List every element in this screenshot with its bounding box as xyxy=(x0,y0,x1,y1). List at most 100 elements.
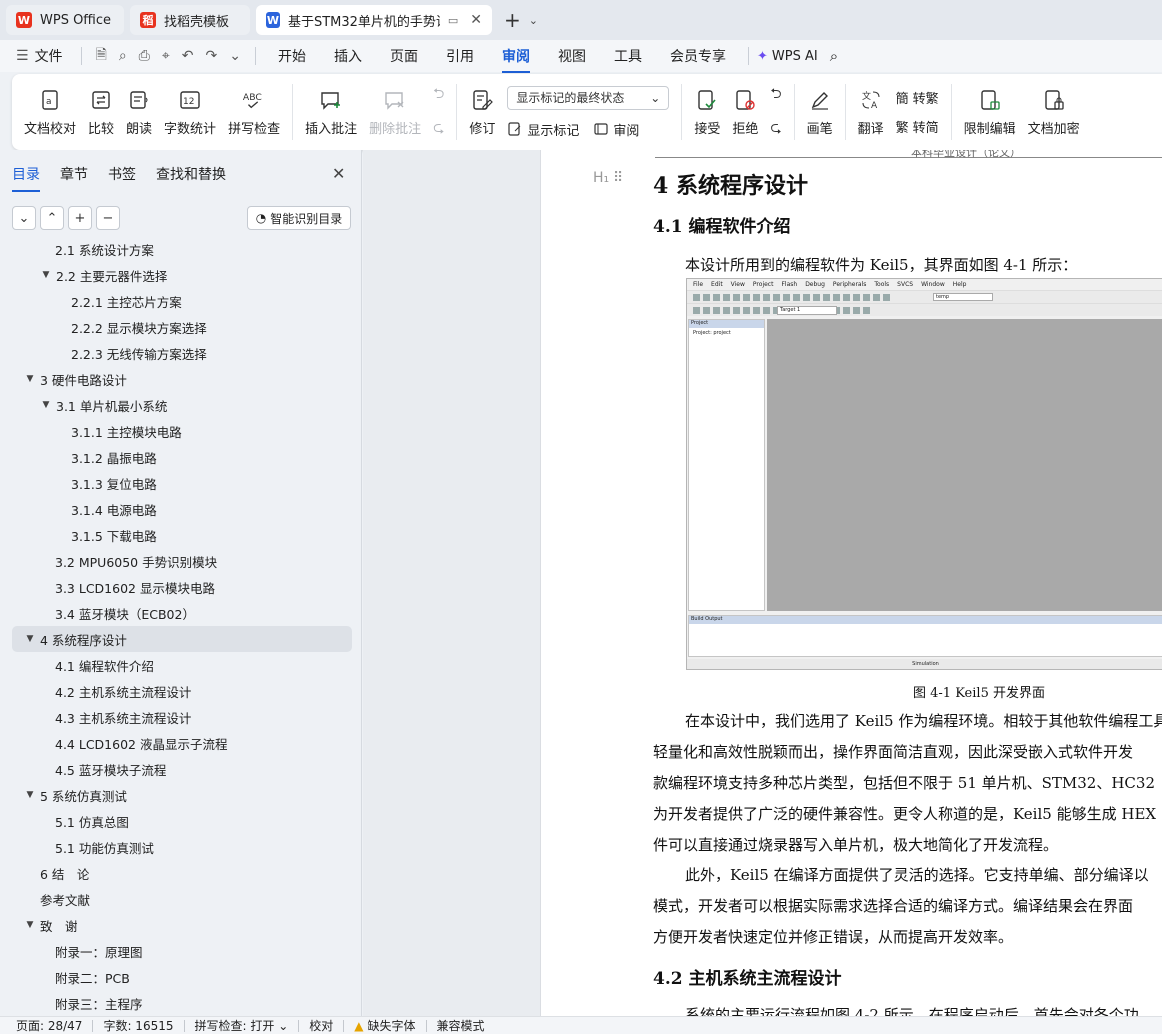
menu-view[interactable]: 视图 xyxy=(544,46,600,66)
remove-heading-icon[interactable]: − xyxy=(96,206,120,230)
toc-item[interactable]: 4.5 蓝牙模块子流程 xyxy=(12,756,352,782)
menu-file[interactable]: 文件 xyxy=(35,46,63,66)
toc-item[interactable]: ▼ 5 系统仿真测试 xyxy=(12,782,352,808)
markup-state-select[interactable]: 显示标记的最终状态 ⌄ xyxy=(507,85,670,110)
monitor-icon[interactable]: ▭ xyxy=(448,14,458,27)
toc-item[interactable]: 3.1.2 晶振电路 xyxy=(12,444,352,470)
toc-item[interactable]: 2.2.2 显示模块方案选择 xyxy=(12,314,352,340)
review-pane-button[interactable]: 审阅 xyxy=(593,120,639,139)
menu-insert[interactable]: 插入 xyxy=(320,46,376,66)
show-markup-button[interactable]: 显示标记 xyxy=(507,120,579,139)
collapse-up-icon[interactable]: ⌃ xyxy=(40,206,64,230)
proof-status[interactable]: 校对 xyxy=(309,1017,333,1034)
expand-arrow-icon[interactable]: ▼ xyxy=(40,270,52,280)
word-count-button[interactable]: 12 字数统计 xyxy=(164,88,216,137)
toc-item[interactable]: 3.1.3 复位电路 xyxy=(12,470,352,496)
expand-arrow-icon[interactable]: ▼ xyxy=(24,790,36,800)
toc-item[interactable]: 附录三：主程序 xyxy=(12,990,352,1016)
toc-item[interactable]: 2.2.3 无线传输方案选择 xyxy=(12,340,352,366)
prev-comment-icon[interactable]: ⮌ xyxy=(433,83,444,107)
restrict-editing-button[interactable]: 限制编辑 xyxy=(964,88,1016,137)
expand-down-icon[interactable]: ⌄ xyxy=(12,206,36,230)
toc-item[interactable]: ▼ 致 谢 xyxy=(12,912,352,938)
insert-comment-button[interactable]: 插入批注 xyxy=(305,88,357,137)
menu-home[interactable]: 开始 xyxy=(264,46,320,66)
toc-item[interactable]: 2.2.1 主控芯片方案 xyxy=(12,288,352,314)
toc-item[interactable]: 附录二：PCB xyxy=(12,964,352,990)
toc-item[interactable]: 6 结 论 xyxy=(12,860,352,886)
encrypt-button[interactable]: 文档加密 xyxy=(1028,88,1080,137)
close-icon[interactable]: ✕ xyxy=(332,164,345,183)
smart-toc-button[interactable]: ◔ 智能识别目录 xyxy=(247,206,351,230)
page-indicator[interactable]: 页面: 28/47 xyxy=(16,1017,82,1034)
next-comment-icon[interactable]: ⮎ xyxy=(433,117,444,141)
toc-item[interactable]: 4.3 主机系统主流程设计 xyxy=(12,704,352,730)
toc-item[interactable]: 附录一：原理图 xyxy=(12,938,352,964)
toc-item[interactable]: ▼ 3.1 单片机最小系统 xyxy=(12,392,352,418)
nav-tab-bookmarks[interactable]: 书签 xyxy=(108,164,136,184)
toc-item[interactable]: 3.4 蓝牙模块（ECB02） xyxy=(12,600,352,626)
document-page[interactable]: 本科毕业设计（论文） H₁ ⠿ 4 系统程序设计 4.1 编程软件介绍 本设计所… xyxy=(540,150,1162,1016)
menu-tools[interactable]: 工具 xyxy=(600,46,656,66)
toc-item[interactable]: 2.1 系统设计方案 xyxy=(12,236,352,262)
heading-marker-icon[interactable]: H₁ xyxy=(593,170,609,186)
compare-button[interactable]: 比较 xyxy=(88,88,114,137)
nav-tab-sections[interactable]: 章节 xyxy=(60,164,88,184)
save-icon[interactable]: 🗎 xyxy=(96,44,107,68)
menu-reference[interactable]: 引用 xyxy=(432,46,488,66)
spell-check-button[interactable]: ABC 拼写检查 xyxy=(228,88,280,137)
close-icon[interactable]: ✕ xyxy=(470,12,482,28)
search-icon[interactable]: ⌕ xyxy=(830,47,838,65)
menu-review[interactable]: 审阅 xyxy=(488,46,544,73)
expand-arrow-icon[interactable]: ▼ xyxy=(24,374,36,384)
ink-button[interactable]: 画笔 xyxy=(807,88,833,137)
toc-item[interactable]: 3.3 LCD1602 显示模块电路 xyxy=(12,574,352,600)
next-change-icon[interactable]: ⮎ xyxy=(770,117,781,141)
prev-change-icon[interactable]: ⮌ xyxy=(770,83,781,107)
word-count-indicator[interactable]: 字数: 16515 xyxy=(103,1017,173,1034)
reject-button[interactable]: 拒绝 xyxy=(732,88,758,137)
to-traditional-button[interactable]: 簡转繁 xyxy=(896,88,939,107)
tab-document[interactable]: W 基于STM32单片机的手势识别 ▭ ✕ xyxy=(256,5,492,35)
expand-arrow-icon[interactable]: ▼ xyxy=(24,634,36,644)
menu-page[interactable]: 页面 xyxy=(376,46,432,66)
nav-tab-toc[interactable]: 目录 xyxy=(12,164,40,192)
proofread-button[interactable]: a 文档校对 xyxy=(24,88,76,137)
share-icon[interactable]: ⌕ xyxy=(119,48,127,64)
new-tab-icon[interactable]: + xyxy=(504,8,521,32)
undo-icon[interactable]: ↶ xyxy=(182,48,194,64)
add-heading-icon[interactable]: + xyxy=(68,206,92,230)
more-chevron-icon[interactable]: ⌄ xyxy=(229,48,241,64)
print-preview-icon[interactable]: ⌖ xyxy=(162,48,170,64)
toc-item[interactable]: 3.1.1 主控模块电路 xyxy=(12,418,352,444)
drag-handle-icon[interactable]: ⠿ xyxy=(613,170,623,186)
nav-tab-find-replace[interactable]: 查找和替换 xyxy=(156,164,226,184)
toc-item[interactable]: 4.1 编程软件介绍 xyxy=(12,652,352,678)
read-aloud-button[interactable]: 朗读 xyxy=(126,88,152,137)
chevron-down-icon[interactable]: ⌄ xyxy=(529,14,538,27)
toc-item[interactable]: ▼ 4 系统程序设计 xyxy=(12,626,352,652)
toc-item[interactable]: 3.1.5 下载电路 xyxy=(12,522,352,548)
tab-wps-office[interactable]: W WPS Office xyxy=(6,5,124,35)
toc-item[interactable]: 参考文献 xyxy=(12,886,352,912)
toc-item[interactable]: ▼ 3 硬件电路设计 xyxy=(12,366,352,392)
toc-item[interactable]: 3.1.4 电源电路 xyxy=(12,496,352,522)
hamburger-icon[interactable]: ☰ xyxy=(16,48,29,64)
spell-check-status[interactable]: 拼写检查: 打开 ⌄ xyxy=(195,1017,289,1034)
print-icon[interactable]: ⎙ xyxy=(139,48,150,64)
expand-arrow-icon[interactable]: ▼ xyxy=(24,920,36,930)
toc-item[interactable]: ▼ 2.2 主要元器件选择 xyxy=(12,262,352,288)
menu-member[interactable]: 会员专享 xyxy=(656,46,740,66)
toc-item[interactable]: 4.4 LCD1602 液晶显示子流程 xyxy=(12,730,352,756)
missing-font-status[interactable]: ▲ 缺失字体 xyxy=(354,1017,415,1034)
toc-item[interactable]: 3.2 MPU6050 手势识别模块 xyxy=(12,548,352,574)
expand-arrow-icon[interactable]: ▼ xyxy=(40,400,52,410)
wps-ai-button[interactable]: WPS AI xyxy=(772,49,818,64)
toc-item[interactable]: 4.2 主机系统主流程设计 xyxy=(12,678,352,704)
accept-button[interactable]: 接受 xyxy=(694,88,720,137)
delete-comment-button[interactable]: 删除批注 xyxy=(369,88,421,137)
wps-ai-icon[interactable]: ✦ xyxy=(757,49,768,64)
toc-item[interactable]: 5.1 仿真总图 xyxy=(12,808,352,834)
tab-docer[interactable]: 稻 找稻壳模板 xyxy=(130,5,250,35)
translate-button[interactable]: 文A 翻译 xyxy=(858,88,884,137)
